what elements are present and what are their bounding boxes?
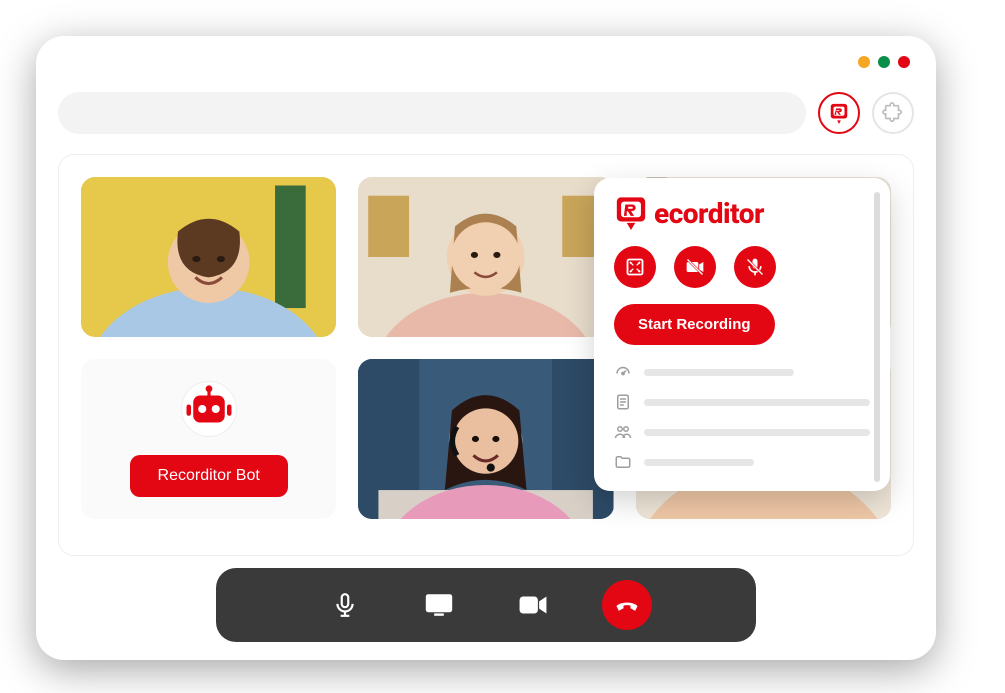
folder-icon — [614, 453, 632, 471]
recorditor-logo-icon — [828, 102, 850, 124]
menu-placeholder-line — [644, 459, 754, 466]
recording-mode-icons — [614, 246, 870, 288]
video-camera-icon — [518, 594, 548, 616]
recorditor-logo-icon — [614, 196, 648, 230]
start-recording-button[interactable]: Start Recording — [614, 304, 775, 345]
end-call-button[interactable] — [602, 580, 652, 630]
mic-off-icon — [745, 257, 765, 277]
robot-icon — [182, 382, 236, 436]
brand-text: ecorditor — [654, 197, 764, 230]
people-icon — [614, 423, 632, 441]
popup-menu-item[interactable] — [614, 453, 870, 471]
menu-placeholder-line — [644, 369, 794, 376]
participant-tile[interactable] — [81, 177, 336, 337]
camera-button[interactable] — [508, 580, 558, 630]
recorditor-bot-tile: Recorditor Bot — [81, 359, 336, 519]
screen-icon — [424, 593, 454, 617]
mic-off-button[interactable] — [734, 246, 776, 288]
toolbar — [58, 92, 914, 134]
document-icon — [614, 393, 632, 411]
fullscreen-icon — [625, 257, 645, 277]
extensions-button[interactable] — [872, 92, 914, 134]
app-window: Recorditor Bot — [36, 36, 936, 660]
menu-placeholder-line — [644, 429, 870, 436]
maximize-dot[interactable] — [878, 56, 890, 68]
minimize-dot[interactable] — [858, 56, 870, 68]
popup-scrollbar[interactable] — [874, 192, 880, 482]
puzzle-piece-icon — [882, 102, 904, 124]
gauge-icon — [614, 363, 632, 381]
recorditor-extension-button[interactable] — [818, 92, 860, 134]
recorditor-bot-button[interactable]: Recorditor Bot — [130, 455, 288, 497]
microphone-icon — [332, 592, 358, 618]
mute-button[interactable] — [320, 580, 370, 630]
popup-menu — [614, 363, 870, 471]
share-screen-button[interactable] — [414, 580, 464, 630]
call-control-bar — [216, 568, 756, 642]
search-input[interactable] — [58, 92, 806, 134]
bot-avatar — [181, 381, 237, 437]
camera-off-button[interactable] — [674, 246, 716, 288]
recorditor-popup: ecorditor — [594, 178, 890, 491]
popup-menu-item[interactable] — [614, 393, 870, 411]
hangup-icon — [613, 591, 641, 619]
fullscreen-mode-button[interactable] — [614, 246, 656, 288]
close-dot[interactable] — [898, 56, 910, 68]
participant-tile[interactable] — [358, 177, 613, 337]
participant-tile[interactable] — [358, 359, 613, 519]
popup-menu-item[interactable] — [614, 423, 870, 441]
menu-placeholder-line — [644, 399, 870, 406]
popup-menu-item[interactable] — [614, 363, 870, 381]
camera-off-icon — [685, 257, 705, 277]
recorditor-logo: ecorditor — [614, 196, 870, 230]
traffic-lights — [858, 56, 910, 68]
